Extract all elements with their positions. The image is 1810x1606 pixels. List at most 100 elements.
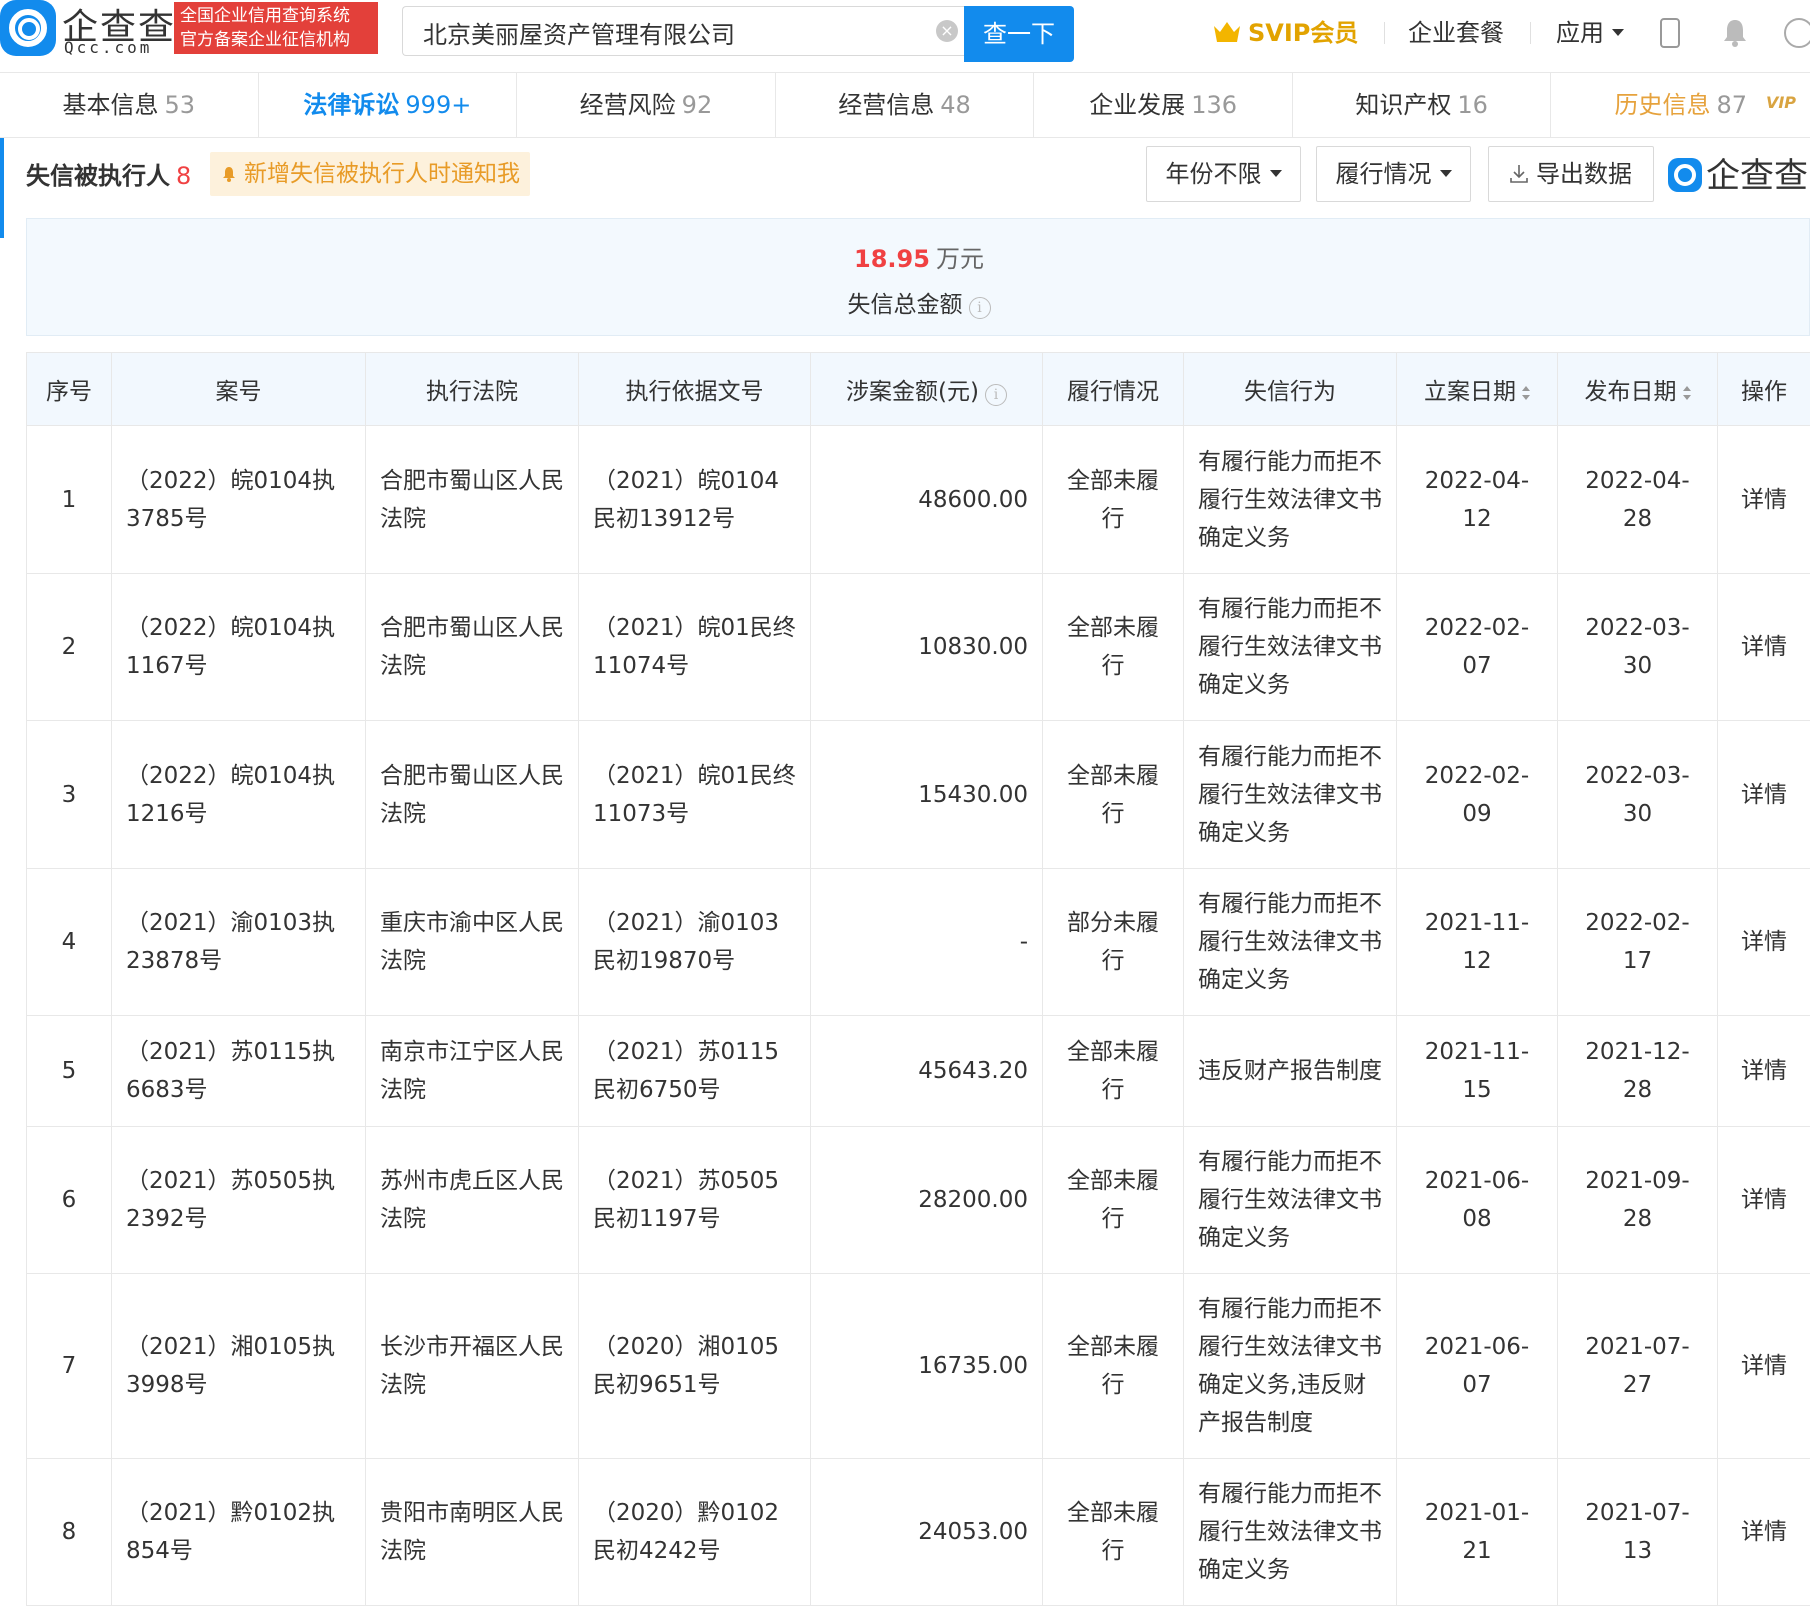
logo-subtitle: Qcc.com	[64, 38, 152, 57]
basis-number-link[interactable]: （2021）渝0103民初19870号	[579, 869, 811, 1016]
user-avatar-icon[interactable]	[1784, 18, 1810, 48]
basis-number-link[interactable]: （2021）皖01民终11074号	[579, 574, 811, 721]
filed-date: 2022-04-12	[1397, 426, 1558, 574]
tab-business-info[interactable]: 经营信息48	[776, 73, 1035, 137]
info-icon[interactable]: i	[985, 384, 1007, 406]
tab-history[interactable]: 历史信息87VIP	[1551, 73, 1810, 137]
behavior: 有履行能力而拒不履行生效法律文书确定义务	[1184, 1127, 1397, 1274]
court-name: 长沙市开福区人民法院	[366, 1274, 579, 1459]
total-amount-label: 失信总金额i	[27, 285, 1810, 319]
case-number-link[interactable]: （2021）苏0505执2392号	[112, 1127, 366, 1274]
case-number-link[interactable]: （2022）皖0104执3785号	[112, 426, 366, 574]
row-no: 4	[27, 869, 112, 1016]
case-number-link[interactable]: （2021）渝0103执23878号	[112, 869, 366, 1016]
nav-divider	[1384, 22, 1385, 44]
col-header-filed[interactable]: 立案日期	[1397, 353, 1558, 426]
basis-number-link[interactable]: （2021）皖0104民初13912号	[579, 426, 811, 574]
amount: 24053.00	[811, 1459, 1043, 1606]
case-number-link[interactable]: （2021）湘0105执3998号	[112, 1274, 366, 1459]
phone-icon[interactable]	[1660, 18, 1680, 48]
nav-apps[interactable]: 应用	[1556, 16, 1624, 50]
detail-link[interactable]: 详情	[1718, 1016, 1810, 1127]
basis-number-link[interactable]: （2021）苏0505民初1197号	[579, 1127, 811, 1274]
row-no: 8	[27, 1459, 112, 1606]
col-header-amount: 涉案金额(元)i	[811, 353, 1043, 426]
published-date: 2022-03-30	[1558, 721, 1718, 869]
qcc-logo-icon[interactable]	[0, 0, 56, 56]
tab-count: 999+	[405, 91, 471, 119]
case-number-link[interactable]: （2021）黔0102执854号	[112, 1459, 366, 1606]
published-date: 2022-03-30	[1558, 574, 1718, 721]
tab-count: 16	[1457, 91, 1488, 119]
tab-label: 经营信息	[838, 91, 934, 119]
detail-link[interactable]: 详情	[1718, 574, 1810, 721]
clear-icon[interactable]: ×	[936, 20, 958, 42]
detail-link[interactable]: 详情	[1718, 721, 1810, 869]
tab-count: 48	[940, 91, 971, 119]
basis-number-link[interactable]: （2021）苏0115民初6750号	[579, 1016, 811, 1127]
total-amount-unit: 万元	[936, 245, 984, 273]
basis-number-link[interactable]: （2020）黔0102民初4242号	[579, 1459, 811, 1606]
tab-basic-info[interactable]: 基本信息53	[0, 73, 259, 137]
table-row: 5 （2021）苏0115执6683号 南京市江宁区人民法院 （2021）苏01…	[27, 1016, 1810, 1127]
detail-link[interactable]: 详情	[1718, 1127, 1810, 1274]
nav-package[interactable]: 企业套餐	[1408, 16, 1504, 50]
export-button[interactable]: 导出数据	[1488, 146, 1654, 202]
row-no: 1	[27, 426, 112, 574]
search-button[interactable]: 查一下	[964, 6, 1074, 62]
download-icon	[1510, 164, 1528, 184]
published-date: 2021-09-28	[1558, 1127, 1718, 1274]
tab-label: 法律诉讼	[303, 91, 399, 119]
status-filter-label: 履行情况	[1336, 160, 1432, 188]
col-header-case: 案号	[112, 353, 366, 426]
table-row: 1 （2022）皖0104执3785号 合肥市蜀山区人民法院 （2021）皖01…	[27, 426, 1810, 574]
status: 全部未履行	[1043, 1459, 1184, 1606]
filed-date: 2021-11-15	[1397, 1016, 1558, 1127]
vip-tag: VIP	[1766, 71, 1796, 135]
bell-icon[interactable]	[1722, 18, 1748, 48]
row-no: 3	[27, 721, 112, 869]
chevron-down-icon	[1440, 170, 1452, 177]
filed-date: 2022-02-09	[1397, 721, 1558, 869]
published-date: 2021-07-13	[1558, 1459, 1718, 1606]
col-header-published[interactable]: 发布日期	[1558, 353, 1718, 426]
tab-business-risk[interactable]: 经营风险92	[517, 73, 776, 137]
case-number-link[interactable]: （2021）苏0115执6683号	[112, 1016, 366, 1127]
filed-date: 2021-06-07	[1397, 1274, 1558, 1459]
sort-icon	[1522, 386, 1530, 400]
detail-link[interactable]: 详情	[1718, 1274, 1810, 1459]
detail-link[interactable]: 详情	[1718, 426, 1810, 574]
col-header-behavior: 失信行为	[1184, 353, 1397, 426]
table-row: 3 （2022）皖0104执1216号 合肥市蜀山区人民法院 （2021）皖01…	[27, 721, 1810, 869]
col-header-filed-label: 立案日期	[1424, 379, 1516, 405]
behavior: 有履行能力而拒不履行生效法律文书确定义务	[1184, 574, 1397, 721]
status: 全部未履行	[1043, 426, 1184, 574]
year-filter-dropdown[interactable]: 年份不限	[1146, 146, 1301, 202]
tab-label: 知识产权	[1355, 91, 1451, 119]
tab-development[interactable]: 企业发展136	[1034, 73, 1293, 137]
col-header-action: 操作	[1718, 353, 1810, 426]
tab-legal-litigation[interactable]: 法律诉讼999+	[259, 73, 518, 137]
status: 部分未履行	[1043, 869, 1184, 1016]
amount: 10830.00	[811, 574, 1043, 721]
tab-intellectual-property[interactable]: 知识产权16	[1293, 73, 1552, 137]
col-header-no: 序号	[27, 353, 112, 426]
behavior: 有履行能力而拒不履行生效法律文书确定义务,违反财产报告制度	[1184, 1274, 1397, 1459]
notify-button[interactable]: 新增失信被执行人时通知我	[210, 152, 530, 196]
status-filter-dropdown[interactable]: 履行情况	[1316, 146, 1471, 202]
basis-number-link[interactable]: （2021）皖01民终11073号	[579, 721, 811, 869]
basis-number-link[interactable]: （2020）湘0105民初9651号	[579, 1274, 811, 1459]
detail-link[interactable]: 详情	[1718, 1459, 1810, 1606]
tab-count: 92	[682, 91, 713, 119]
info-icon[interactable]: i	[969, 297, 991, 319]
search-box[interactable]: ×	[402, 6, 966, 56]
behavior: 有履行能力而拒不履行生效法律文书确定义务	[1184, 1459, 1397, 1606]
tab-label: 基本信息	[63, 91, 159, 119]
svip-link[interactable]: SVIP会员	[1212, 16, 1358, 50]
detail-link[interactable]: 详情	[1718, 869, 1810, 1016]
year-filter-label: 年份不限	[1166, 160, 1262, 188]
court-name: 合肥市蜀山区人民法院	[366, 721, 579, 869]
case-number-link[interactable]: （2022）皖0104执1167号	[112, 574, 366, 721]
search-input[interactable]	[421, 7, 925, 57]
case-number-link[interactable]: （2022）皖0104执1216号	[112, 721, 366, 869]
